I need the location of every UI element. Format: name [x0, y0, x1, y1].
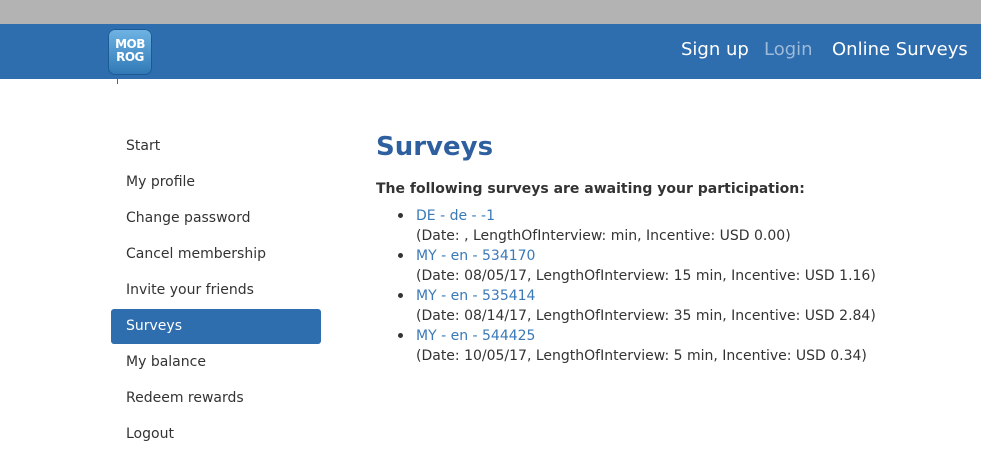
list-item: MY - en - 534170 (Date: 08/05/17, Length…: [398, 246, 976, 286]
survey-link[interactable]: MY - en - 535414: [416, 286, 976, 306]
list-item: MY - en - 544425 (Date: 10/05/17, Length…: [398, 326, 976, 366]
page-title: Surveys: [376, 132, 494, 162]
sidebar-item-change-password[interactable]: Change password: [111, 201, 321, 236]
sidebar-item-my-balance[interactable]: My balance: [111, 345, 321, 380]
survey-details: (Date: , LengthOfInterview: min, Incenti…: [416, 228, 791, 244]
browser-top-strip: [0, 0, 981, 24]
logo-divider: [117, 79, 118, 84]
surveys-intro: The following surveys are awaiting your …: [376, 181, 805, 197]
list-item: MY - en - 535414 (Date: 08/14/17, Length…: [398, 286, 976, 326]
sidebar-item-cancel-membership[interactable]: Cancel membership: [111, 237, 321, 272]
sidebar-item-invite-friends[interactable]: Invite your friends: [111, 273, 321, 308]
logo-text-line1: MOB: [115, 37, 145, 51]
nav-sign-up[interactable]: Sign up: [681, 39, 749, 60]
logo-text-line2: ROG: [116, 50, 144, 64]
survey-link[interactable]: DE - de - -1: [416, 206, 976, 226]
survey-list: DE - de - -1 (Date: , LengthOfInterview:…: [376, 206, 976, 366]
survey-link[interactable]: MY - en - 544425: [416, 326, 976, 346]
main-content: Surveys The following surveys are awaiti…: [376, 130, 976, 366]
sidebar-item-start[interactable]: Start: [111, 129, 321, 164]
nav-login[interactable]: Login: [764, 39, 813, 60]
survey-details: (Date: 08/14/17, LengthOfInterview: 35 m…: [416, 308, 876, 324]
sidebar-item-my-profile[interactable]: My profile: [111, 165, 321, 200]
list-item: DE - de - -1 (Date: , LengthOfInterview:…: [398, 206, 976, 246]
sidebar-item-redeem-rewards[interactable]: Redeem rewards: [111, 381, 321, 416]
mobrog-logo[interactable]: MOB ROG: [108, 29, 152, 75]
top-navbar: MOB ROG Sign up Login Online Surveys: [0, 24, 981, 79]
sidebar-menu: Start My profile Change password Cancel …: [111, 129, 321, 453]
sidebar-item-surveys[interactable]: Surveys: [111, 309, 321, 344]
survey-link[interactable]: MY - en - 534170: [416, 246, 976, 266]
nav-online-surveys[interactable]: Online Surveys: [832, 39, 968, 60]
survey-details: (Date: 10/05/17, LengthOfInterview: 5 mi…: [416, 348, 867, 364]
survey-details: (Date: 08/05/17, LengthOfInterview: 15 m…: [416, 268, 876, 284]
sidebar-item-logout[interactable]: Logout: [111, 417, 321, 452]
